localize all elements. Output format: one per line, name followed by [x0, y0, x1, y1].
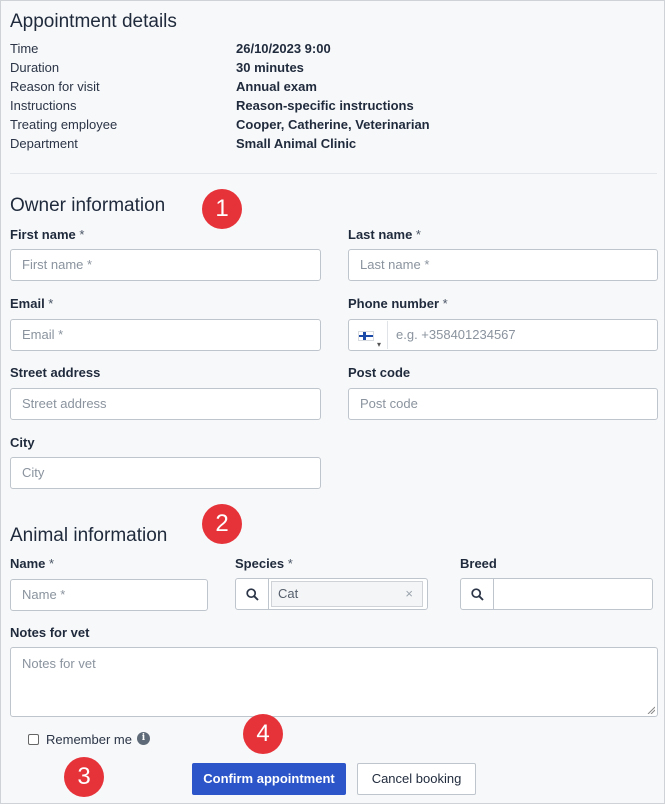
cancel-booking-button[interactable]: Cancel booking — [357, 763, 476, 795]
booking-form: Appointment details Time 26/10/2023 9:00… — [0, 0, 665, 804]
first-name-label-text: First name — [10, 227, 76, 242]
breed-search-button[interactable] — [460, 578, 494, 610]
first-name-label: First name * — [10, 227, 84, 242]
notes-label: Notes for vet — [10, 625, 90, 640]
notes-textarea[interactable]: Notes for vet — [10, 647, 658, 717]
annotation-badge-3: 3 — [64, 757, 104, 797]
required-marker: * — [45, 556, 55, 571]
animal-information-title: Animal information — [10, 525, 168, 546]
post-code-label: Post code — [348, 365, 411, 380]
species-label-text: Species — [235, 556, 285, 571]
email-input[interactable]: Email * — [10, 319, 321, 351]
search-icon — [471, 588, 484, 601]
species-value: Cat — [278, 586, 299, 601]
phone-label-text: Phone number — [348, 296, 440, 311]
detail-label: Treating employee — [10, 117, 118, 132]
required-marker: * — [284, 556, 293, 571]
animal-name-label: Name * — [10, 556, 54, 571]
last-name-label: Last name * — [348, 227, 421, 242]
annotation-badge-1: 1 — [202, 189, 242, 229]
animal-name-label-text: Name — [10, 556, 46, 571]
detail-value: 26/10/2023 9:00 — [236, 41, 331, 56]
breed-label: Breed — [460, 556, 497, 571]
chevron-down-icon: ▾ — [377, 340, 382, 349]
required-marker: * — [439, 296, 448, 311]
owner-information-title: Owner information — [10, 195, 166, 216]
phone-field[interactable]: ▾ e.g. +358401234567 — [348, 319, 658, 351]
confirm-appointment-button[interactable]: Confirm appointment — [192, 763, 346, 795]
post-code-input[interactable]: Post code — [348, 388, 658, 420]
species-selected-chip: Cat × — [271, 581, 423, 607]
info-icon[interactable]: i — [137, 732, 150, 745]
detail-row-employee: Treating employee Cooper, Catherine, Vet… — [10, 117, 650, 136]
animal-name-input[interactable]: Name * — [10, 579, 208, 611]
detail-label: Instructions — [10, 98, 77, 113]
last-name-input[interactable]: Last name * — [348, 249, 658, 281]
detail-row-reason: Reason for visit Annual exam — [10, 79, 650, 98]
appointment-details-title: Appointment details — [10, 11, 177, 32]
detail-row-duration: Duration 30 minutes — [10, 60, 650, 79]
finland-flag-icon — [358, 331, 374, 341]
section-divider — [10, 173, 657, 174]
breed-input[interactable] — [493, 578, 653, 610]
detail-value: Small Animal Clinic — [236, 136, 357, 151]
resize-handle-icon[interactable] — [647, 706, 655, 714]
notes-placeholder: Notes for vet — [22, 656, 96, 671]
city-input[interactable]: City — [10, 457, 321, 489]
detail-label: Time — [10, 41, 39, 56]
required-marker: * — [412, 227, 421, 242]
street-address-label: Street address — [10, 365, 101, 380]
detail-row-department: Department Small Animal Clinic — [10, 136, 650, 155]
email-label: Email * — [10, 296, 53, 311]
detail-value: Annual exam — [236, 79, 317, 94]
species-label: Species * — [235, 556, 293, 571]
clear-icon[interactable]: × — [405, 582, 413, 606]
detail-value: Reason-specific instructions — [236, 98, 414, 113]
country-flag-selector[interactable]: ▾ — [350, 321, 388, 349]
street-address-input[interactable]: Street address — [10, 388, 321, 420]
phone-placeholder: e.g. +358401234567 — [396, 327, 516, 342]
email-label-text: Email — [10, 296, 45, 311]
detail-label: Duration — [10, 60, 60, 75]
annotation-badge-2: 2 — [202, 504, 242, 544]
required-marker: * — [75, 227, 85, 242]
annotation-badge-4: 4 — [243, 714, 283, 754]
detail-label: Reason for visit — [10, 79, 100, 94]
remember-me-label: Remember me — [46, 732, 132, 747]
detail-value: 30 minutes — [236, 60, 304, 75]
detail-row-time: Time 26/10/2023 9:00 — [10, 41, 650, 60]
detail-value: Cooper, Catherine, Veterinarian — [236, 117, 430, 132]
first-name-input[interactable]: First name * — [10, 249, 321, 281]
city-label: City — [10, 435, 35, 450]
detail-row-instructions: Instructions Reason-specific instruction… — [10, 98, 650, 117]
species-search-button[interactable] — [235, 578, 269, 610]
remember-me-checkbox[interactable] — [28, 734, 39, 745]
detail-label: Department — [10, 136, 78, 151]
last-name-label-text: Last name — [348, 227, 413, 242]
search-icon — [246, 588, 259, 601]
species-combobox[interactable]: Cat × — [268, 578, 428, 610]
phone-label: Phone number * — [348, 296, 448, 311]
required-marker: * — [44, 296, 54, 311]
